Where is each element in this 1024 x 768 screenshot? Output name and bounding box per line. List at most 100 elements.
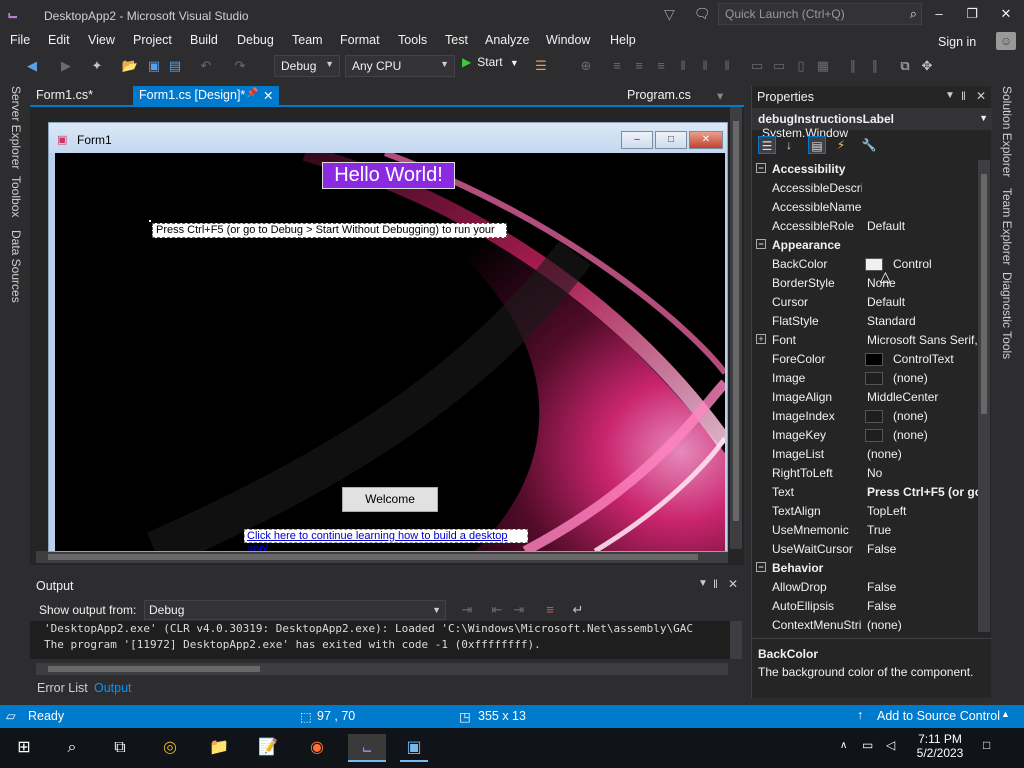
property-value[interactable]: (none): [867, 618, 979, 632]
restore-button[interactable]: ❐: [958, 4, 986, 24]
welcome-button[interactable]: Welcome: [342, 487, 438, 512]
tab-diagnostic-tools[interactable]: Diagnostic Tools: [1000, 272, 1014, 359]
tab-data-sources[interactable]: Data Sources: [9, 230, 23, 303]
property-row[interactable]: BackColor Control: [752, 255, 982, 274]
close-panel-icon[interactable]: ✕: [728, 577, 738, 591]
close-panel-icon[interactable]: ✕: [976, 89, 986, 103]
scroll-thumb[interactable]: [48, 666, 260, 672]
property-row[interactable]: FlatStyle Standard: [752, 312, 982, 331]
property-row[interactable]: Image (none): [752, 369, 982, 388]
tab-server-explorer[interactable]: Server Explorer: [9, 86, 23, 169]
property-value[interactable]: False: [867, 542, 979, 556]
word-wrap-icon[interactable]: ↵: [569, 601, 587, 619]
property-row[interactable]: ContextMenuStri (none): [752, 616, 982, 632]
property-category[interactable]: − Appearance: [752, 236, 982, 255]
align-middles-icon[interactable]: ‖: [696, 57, 714, 75]
property-row[interactable]: UseMnemonic True: [752, 521, 982, 540]
align-icon[interactable]: ⊕: [577, 57, 595, 75]
menu-build[interactable]: Build: [190, 33, 218, 47]
window-position-icon[interactable]: ▼: [945, 90, 955, 101]
file-explorer-icon[interactable]: 📁: [205, 734, 233, 762]
tab-order-icon[interactable]: ✥: [918, 57, 936, 75]
collapse-icon[interactable]: −: [756, 163, 766, 173]
search-icon[interactable]: ⌕: [58, 734, 86, 762]
next-message-icon[interactable]: ⇥: [510, 601, 528, 619]
designer-horizontal-scrollbar[interactable]: [36, 551, 728, 563]
action-center-icon[interactable]: □: [983, 738, 990, 752]
properties-icon[interactable]: ▤: [808, 136, 826, 154]
menu-team[interactable]: Team: [292, 33, 323, 47]
open-file-icon[interactable]: 📂: [121, 57, 139, 75]
learn-more-link[interactable]: Click here to continue learning how to b…: [244, 529, 528, 551]
tab-toolbox[interactable]: Toolbox: [9, 176, 23, 217]
platform-dropdown[interactable]: Any CPU ▼: [345, 55, 455, 77]
output-source-dropdown[interactable]: Debug ▼: [144, 600, 446, 620]
property-row[interactable]: ImageList (none): [752, 445, 982, 464]
form-maximize-button[interactable]: □: [655, 131, 687, 149]
form-background-image[interactable]: Hello World! Press Ctrl+F5 (or go to Deb…: [55, 153, 725, 551]
menu-file[interactable]: File: [10, 33, 30, 47]
property-value[interactable]: Default: [867, 295, 979, 309]
menu-help[interactable]: Help: [610, 33, 636, 47]
property-value[interactable]: (none): [893, 409, 982, 423]
pin-icon[interactable]: ‖: [961, 89, 966, 103]
start-button[interactable]: ▶ Start ▼: [462, 55, 519, 75]
property-row[interactable]: AutoEllipsis False: [752, 597, 982, 616]
property-row[interactable]: ImageIndex (none): [752, 407, 982, 426]
menu-window[interactable]: Window: [546, 33, 590, 47]
property-row[interactable]: AllowDrop False: [752, 578, 982, 597]
property-row[interactable]: AccessibleName: [752, 198, 982, 217]
output-text-area[interactable]: 'DesktopApp2.exe' (CLR v4.0.30319: Deskt…: [30, 621, 730, 659]
back-icon[interactable]: ◀: [23, 57, 41, 75]
expand-icon[interactable]: +: [756, 334, 766, 344]
property-value[interactable]: No: [867, 466, 979, 480]
account-icon[interactable]: ☺: [996, 32, 1016, 50]
menu-debug[interactable]: Debug: [237, 33, 274, 47]
tab-program-cs[interactable]: Program.cs ▾: [621, 86, 741, 106]
output-vertical-scrollbar[interactable]: [730, 621, 742, 659]
property-value[interactable]: Microsoft Sans Serif,: [867, 333, 979, 347]
property-row[interactable]: RightToLeft No: [752, 464, 982, 483]
pin-icon[interactable]: 📌: [246, 88, 258, 99]
quick-launch-box[interactable]: ⌕: [718, 3, 922, 25]
notifications-filter-icon[interactable]: ▽: [664, 6, 680, 22]
property-category[interactable]: − Accessibility: [752, 160, 982, 179]
scroll-thumb[interactable]: [981, 174, 987, 414]
save-all-icon[interactable]: ▤: [166, 57, 184, 75]
chrome-icon[interactable]: ◎: [156, 734, 184, 762]
forward-icon[interactable]: ▶: [57, 57, 75, 75]
designer-vertical-scrollbar[interactable]: [730, 107, 742, 549]
property-value[interactable]: Standard: [867, 314, 979, 328]
make-same-width-icon[interactable]: ▭: [770, 57, 788, 75]
menu-format[interactable]: Format: [340, 33, 380, 47]
add-to-source-control[interactable]: Add to Source Control: [877, 709, 1000, 723]
undo-icon[interactable]: ↶: [197, 57, 215, 75]
hello-world-label[interactable]: Hello World!: [322, 162, 455, 189]
property-category[interactable]: − Behavior: [752, 559, 982, 578]
tab-overflow-icon[interactable]: ▾: [717, 88, 723, 103]
taskbar-clock[interactable]: 7:11 PM 5/2/2023: [916, 732, 964, 760]
form1-app-taskbar-icon[interactable]: ▣: [400, 734, 428, 762]
volume-icon[interactable]: ◁: [886, 738, 895, 752]
make-same-height-icon[interactable]: ▯: [792, 57, 810, 75]
align-tops-icon[interactable]: ‖: [674, 57, 692, 75]
menu-test[interactable]: Test: [445, 33, 468, 47]
window-position-icon[interactable]: ▼: [698, 578, 708, 589]
property-row[interactable]: ImageAlign MiddleCenter: [752, 388, 982, 407]
property-row[interactable]: AccessibleRole Default: [752, 217, 982, 236]
properties-scrollbar[interactable]: [978, 160, 990, 632]
menu-project[interactable]: Project: [133, 33, 172, 47]
visual-studio-taskbar-icon[interactable]: ⨽: [348, 734, 386, 762]
quick-launch-input[interactable]: [719, 4, 894, 24]
notepad-icon[interactable]: 📝: [254, 734, 282, 762]
property-value[interactable]: ControlText: [893, 352, 982, 366]
align-lefts-icon[interactable]: ≡: [608, 57, 626, 75]
task-view-icon[interactable]: ⧉: [106, 734, 134, 762]
find-message-icon[interactable]: ⇥: [458, 601, 476, 619]
output-horizontal-scrollbar[interactable]: [36, 663, 728, 675]
close-button[interactable]: ✕: [992, 4, 1020, 24]
tab-form1-design[interactable]: Form1.cs [Design]* 📌 ✕: [133, 86, 279, 106]
menu-edit[interactable]: Edit: [48, 33, 70, 47]
events-icon[interactable]: ⚡: [832, 136, 850, 154]
sign-in-link[interactable]: Sign in: [938, 35, 976, 49]
